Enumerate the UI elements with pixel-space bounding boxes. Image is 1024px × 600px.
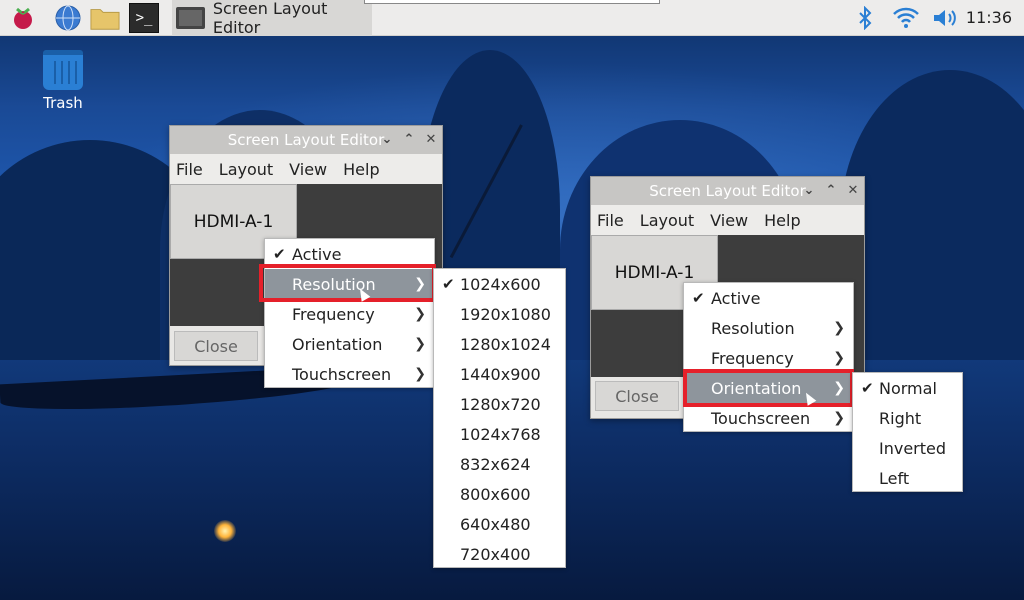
window-title: Screen Layout Editor bbox=[649, 182, 806, 200]
chevron-right-icon: ❯ bbox=[414, 366, 426, 382]
close-icon[interactable]: ✕ bbox=[842, 177, 864, 205]
orientation-option[interactable]: Right bbox=[853, 403, 962, 433]
menu-item-resolution[interactable]: Resolution ❯ bbox=[265, 269, 434, 299]
checkmark-icon: ✔ bbox=[273, 245, 286, 263]
checkmark-icon: ✔ bbox=[442, 275, 455, 293]
chevron-right-icon: ❯ bbox=[414, 306, 426, 322]
resolution-option[interactable]: 800x600 bbox=[434, 479, 565, 509]
resolution-option[interactable]: 1024x768 bbox=[434, 419, 565, 449]
menu-view[interactable]: View bbox=[710, 211, 748, 230]
bluetooth-icon[interactable] bbox=[852, 0, 878, 36]
clock[interactable]: 11:36 bbox=[966, 0, 1012, 36]
resolution-option[interactable]: 1920x1080 bbox=[434, 299, 565, 329]
window-titlebar[interactable]: Screen Layout Editor ⌄ ⌃ ✕ bbox=[170, 126, 442, 154]
taskbar-item-screen-layout-editor[interactable]: Screen Layout Editor bbox=[172, 0, 372, 37]
menu-item-touchscreen[interactable]: Touchscreen ❯ bbox=[265, 359, 434, 389]
minimize-icon[interactable]: ⌄ bbox=[798, 177, 820, 205]
monitor-context-menu-2: ✔ Active Resolution ❯ Frequency ❯ Orientati… bbox=[683, 282, 854, 432]
menu-file[interactable]: File bbox=[176, 160, 203, 179]
maximize-icon[interactable]: ⌃ bbox=[820, 177, 842, 205]
wifi-icon[interactable] bbox=[890, 0, 922, 36]
folder-icon[interactable] bbox=[90, 3, 120, 33]
trash-label: Trash bbox=[43, 94, 83, 112]
resolution-option[interactable]: 1280x1024 bbox=[434, 329, 565, 359]
taskbar-item-label: Screen Layout Editor bbox=[212, 0, 328, 37]
menu-file[interactable]: File bbox=[597, 211, 624, 230]
trash-desktop-icon[interactable]: Trash bbox=[32, 50, 94, 112]
menu-item-orientation[interactable]: Orientation ❯ bbox=[684, 373, 853, 403]
resolution-option[interactable]: 720x400 bbox=[434, 539, 565, 569]
top-panel: >_ Screen Layout Editor 11:36 bbox=[0, 0, 1024, 37]
raspberry-icon[interactable] bbox=[8, 3, 38, 33]
monitor-context-menu-1: ✔ Active Resolution ❯ Frequency ❯ Orientati… bbox=[264, 238, 435, 388]
menu-item-frequency[interactable]: Frequency ❯ bbox=[265, 299, 434, 329]
menu-item-touchscreen[interactable]: Touchscreen ❯ bbox=[684, 403, 853, 433]
menu-item-resolution[interactable]: Resolution ❯ bbox=[684, 313, 853, 343]
checkmark-icon: ✔ bbox=[861, 379, 874, 397]
resolution-option[interactable]: 1440x900 bbox=[434, 359, 565, 389]
orientation-submenu: ✔ Normal Right Inverted Left bbox=[852, 372, 963, 492]
orientation-option[interactable]: ✔ Normal bbox=[853, 373, 962, 403]
close-button[interactable]: Close bbox=[174, 331, 258, 361]
wallpaper-lantern bbox=[214, 520, 236, 542]
menu-help[interactable]: Help bbox=[764, 211, 800, 230]
chevron-right-icon: ❯ bbox=[833, 320, 845, 336]
terminal-icon[interactable]: >_ bbox=[129, 3, 159, 33]
monitor-icon bbox=[176, 7, 205, 29]
resolution-submenu: ✔ 1024x600 1920x1080 1280x1024 1440x900 1… bbox=[433, 268, 566, 568]
monitor-label: HDMI-A-1 bbox=[193, 211, 274, 232]
maximize-icon[interactable]: ⌃ bbox=[398, 126, 420, 154]
menu-layout[interactable]: Layout bbox=[640, 211, 694, 230]
tooltip-edge bbox=[364, 0, 660, 4]
checkmark-icon: ✔ bbox=[692, 289, 705, 307]
close-button[interactable]: Close bbox=[595, 381, 679, 411]
trash-icon bbox=[43, 50, 83, 90]
chevron-right-icon: ❯ bbox=[414, 276, 426, 292]
globe-icon[interactable] bbox=[53, 3, 83, 33]
menubar: File Layout View Help bbox=[591, 205, 864, 235]
resolution-option[interactable]: 640x480 bbox=[434, 509, 565, 539]
menu-help[interactable]: Help bbox=[343, 160, 379, 179]
menu-item-frequency[interactable]: Frequency ❯ bbox=[684, 343, 853, 373]
orientation-option[interactable]: Left bbox=[853, 463, 962, 493]
window-title: Screen Layout Editor bbox=[227, 131, 385, 149]
window-titlebar[interactable]: Screen Layout Editor ⌄ ⌃ ✕ bbox=[591, 177, 864, 205]
menubar: File Layout View Help bbox=[170, 154, 442, 184]
minimize-icon[interactable]: ⌄ bbox=[376, 126, 398, 154]
chevron-right-icon: ❯ bbox=[833, 350, 845, 366]
menu-view[interactable]: View bbox=[289, 160, 327, 179]
resolution-option[interactable]: 1280x720 bbox=[434, 389, 565, 419]
resolution-option[interactable]: ✔ 1024x600 bbox=[434, 269, 565, 299]
monitor-label: HDMI-A-1 bbox=[614, 262, 695, 283]
close-icon[interactable]: ✕ bbox=[420, 126, 442, 154]
volume-icon[interactable] bbox=[930, 0, 960, 36]
chevron-right-icon: ❯ bbox=[833, 380, 845, 396]
chevron-right-icon: ❯ bbox=[833, 410, 845, 426]
chevron-right-icon: ❯ bbox=[414, 336, 426, 352]
resolution-option[interactable]: 832x624 bbox=[434, 449, 565, 479]
menu-item-orientation[interactable]: Orientation ❯ bbox=[265, 329, 434, 359]
orientation-option[interactable]: Inverted bbox=[853, 433, 962, 463]
menu-item-active[interactable]: ✔ Active bbox=[265, 239, 434, 269]
menu-item-active[interactable]: ✔ Active bbox=[684, 283, 853, 313]
menu-layout[interactable]: Layout bbox=[219, 160, 273, 179]
